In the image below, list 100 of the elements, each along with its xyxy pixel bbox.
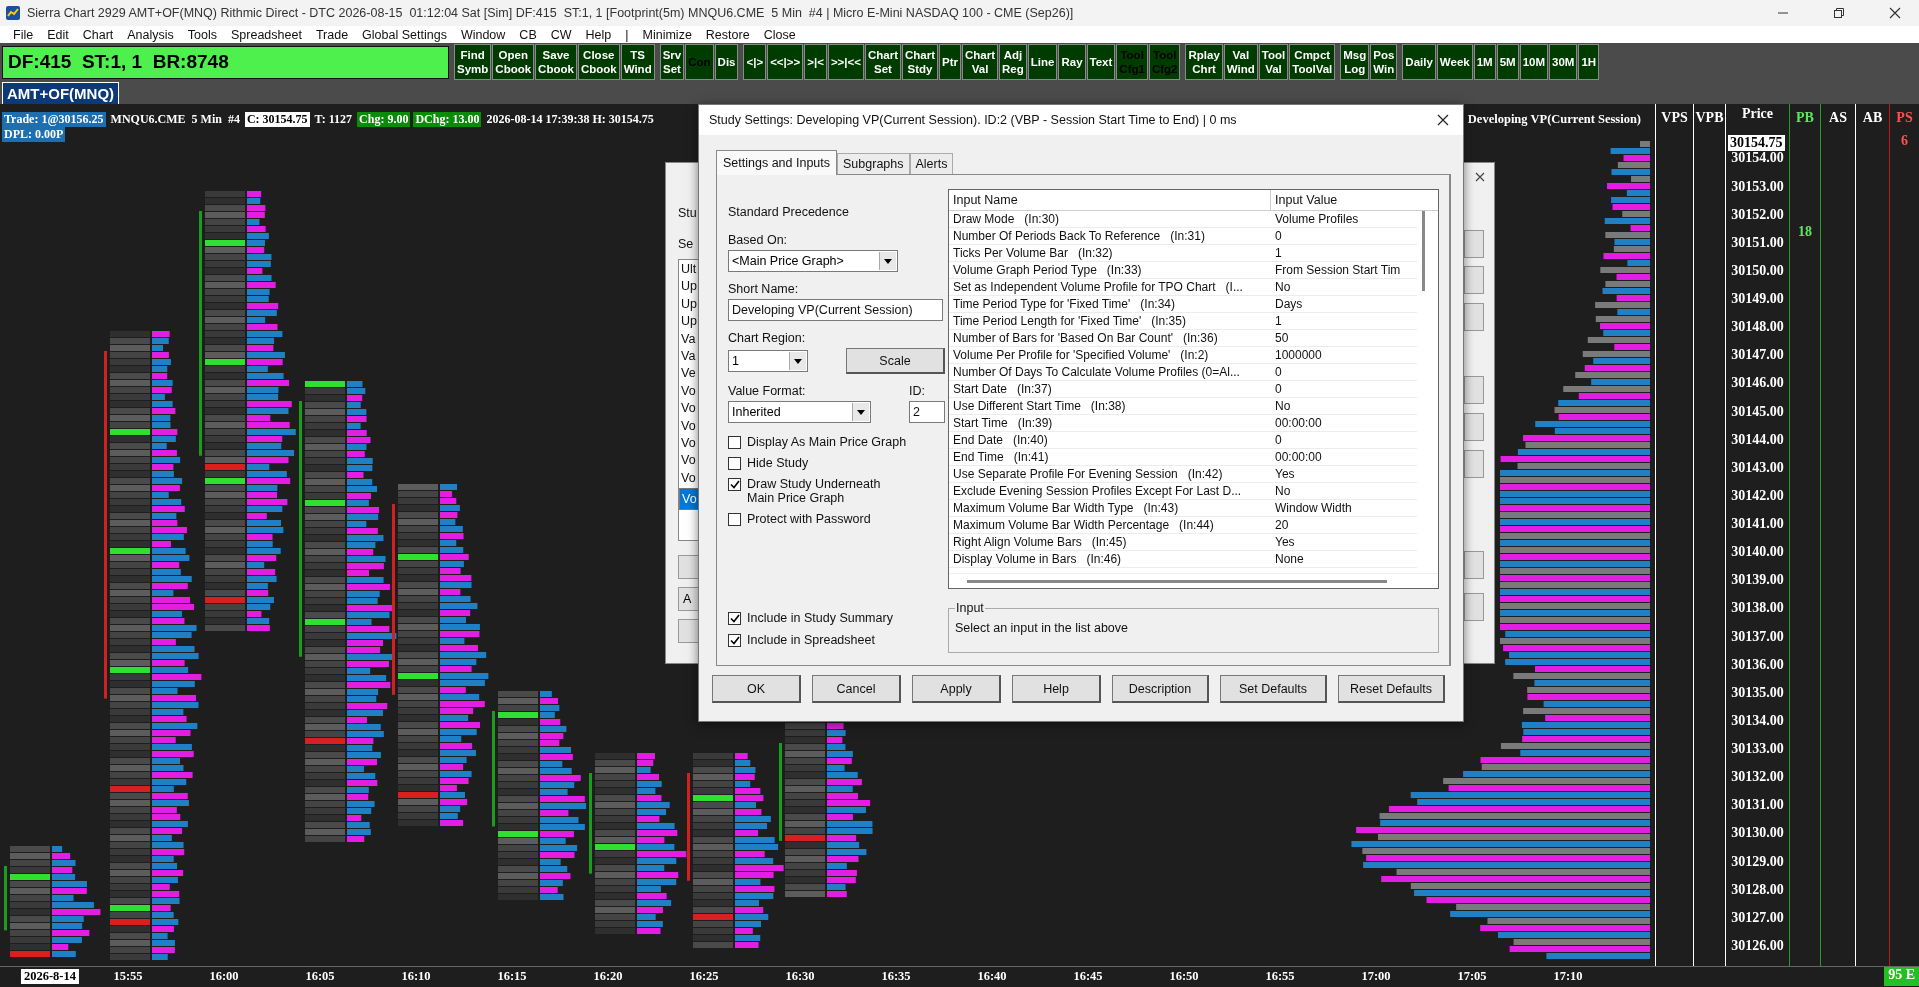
- input-value-cell[interactable]: 1000000: [1271, 347, 1322, 363]
- toolbar-button[interactable]: 1M: [1473, 44, 1496, 80]
- input-value-cell[interactable]: Window Width: [1271, 500, 1352, 516]
- menu-item[interactable]: Chart: [75, 27, 121, 42]
- tab[interactable]: Alerts: [909, 153, 954, 174]
- input-value-cell[interactable]: 0: [1271, 228, 1282, 244]
- input-value-cell[interactable]: No: [1271, 398, 1291, 414]
- input-value-cell[interactable]: Days: [1271, 296, 1303, 312]
- input-value-cell[interactable]: 50: [1271, 330, 1289, 346]
- id-field[interactable]: 2: [909, 401, 945, 423]
- input-value-cell[interactable]: 0: [1271, 432, 1282, 448]
- input-name-cell[interactable]: Volume Graph Period Type (In:33): [949, 262, 1271, 278]
- dialog-button[interactable]: [1464, 230, 1484, 258]
- toolbar-button[interactable]: 30M: [1549, 44, 1578, 80]
- input-name-cell[interactable]: Volume Per Profile for 'Specified Volume' (In:2): [949, 347, 1271, 363]
- input-name-cell[interactable]: Time Period Length for 'Fixed Time' (In:35): [949, 313, 1271, 329]
- input-name-cell[interactable]: Use Different Start Time (In:38): [949, 398, 1271, 414]
- input-name-cell[interactable]: Right Align Volume Bars (In:45): [949, 534, 1271, 550]
- menu-item[interactable]: Restore: [698, 27, 757, 42]
- checkbox[interactable]: [728, 612, 741, 625]
- list-item[interactable]: Vo: [679, 470, 699, 489]
- menu-item[interactable]: Spreadsheet: [224, 27, 309, 42]
- input-name-cell[interactable]: Ticks Per Volume Bar (In:32): [949, 245, 1271, 261]
- toolbar-button[interactable]: Open Cbook: [492, 44, 535, 80]
- input-value-cell[interactable]: 1: [1271, 245, 1282, 261]
- scrollbar-thumb[interactable]: [1422, 211, 1425, 291]
- input-name-cell[interactable]: Draw Mode (In:30): [949, 211, 1271, 227]
- list-item[interactable]: Ve: [679, 366, 699, 384]
- list-item[interactable]: Vo: [679, 401, 699, 419]
- dialog-button[interactable]: Reset Defaults: [1338, 675, 1445, 703]
- toolbar-button[interactable]: Cmpct ToolVal: [1289, 44, 1336, 80]
- toolbar-button[interactable]: 5M: [1496, 44, 1519, 80]
- list-item[interactable]: Va: [679, 348, 699, 367]
- input-value-cell[interactable]: No: [1271, 279, 1291, 295]
- input-value-cell[interactable]: From Session Start Tim: [1271, 262, 1401, 278]
- scrollbar-thumb[interactable]: [967, 580, 1387, 583]
- input-value-cell[interactable]: 00:00:00: [1271, 415, 1322, 431]
- toolbar-button[interactable]: Val Wind: [1223, 44, 1258, 80]
- toolbar-button[interactable]: Close Cbook: [577, 44, 620, 80]
- dialog-button[interactable]: [678, 619, 699, 643]
- input-value-cell[interactable]: 0: [1271, 364, 1282, 380]
- toolbar-button[interactable]: Msg Log: [1340, 44, 1370, 80]
- dialog-button[interactable]: [1464, 551, 1484, 579]
- list-item[interactable]: Up: [679, 296, 699, 315]
- scale-button[interactable]: Scale: [846, 348, 945, 374]
- menu-item[interactable]: Tools: [180, 27, 224, 42]
- input-name-cell[interactable]: Start Date (In:37): [949, 381, 1271, 397]
- checkbox[interactable]: [728, 436, 741, 449]
- close-icon[interactable]: [1437, 114, 1449, 126]
- list-item[interactable]: Up: [679, 314, 699, 332]
- toolbar-button[interactable]: Daily: [1402, 44, 1436, 80]
- dialog-button[interactable]: [1464, 413, 1484, 441]
- menu-item[interactable]: Minimize: [635, 27, 699, 42]
- input-value-cell[interactable]: Yes: [1271, 534, 1295, 550]
- toolbar-button[interactable]: Rplay Chrt: [1185, 44, 1223, 80]
- input-name-cell[interactable]: Number Of Periods Back To Reference (In:31): [949, 228, 1271, 244]
- list-item[interactable]: Va: [679, 331, 699, 349]
- toolbar-button[interactable]: 10M: [1519, 44, 1549, 80]
- input-name-cell[interactable]: Maximum Volume Bar Width Type (In:43): [949, 500, 1271, 516]
- toolbar-button[interactable]: 1H: [1578, 44, 1600, 80]
- dialog-button[interactable]: Cancel: [812, 675, 901, 703]
- dialog-button[interactable]: OK: [712, 675, 801, 703]
- menu-item[interactable]: Trade: [308, 27, 356, 42]
- menu-item[interactable]: |: [618, 27, 636, 42]
- input-name-cell[interactable]: End Date (In:40): [949, 432, 1271, 448]
- input-value-cell[interactable]: None: [1271, 551, 1304, 567]
- dialog-button[interactable]: Help: [1012, 675, 1101, 703]
- input-value-cell[interactable]: Yes: [1271, 466, 1295, 482]
- dialog-button[interactable]: Apply: [912, 675, 1001, 703]
- toolbar-button[interactable]: Dis: [714, 44, 739, 80]
- chart-tab[interactable]: AMT+OF(MNQ): [2, 82, 120, 104]
- toolbar-button[interactable]: Find Symb: [454, 44, 492, 80]
- toolbar-button[interactable]: Chart Stdy: [902, 44, 939, 80]
- maximize-icon[interactable]: [1833, 7, 1845, 19]
- dialog-button[interactable]: Description: [1112, 675, 1209, 703]
- checkbox[interactable]: [728, 457, 741, 470]
- toolbar-button[interactable]: Adj Reg: [999, 44, 1027, 80]
- toolbar-button[interactable]: Week: [1436, 44, 1473, 80]
- list-item[interactable]: Vo: [679, 383, 699, 402]
- menu-item[interactable]: CB: [512, 27, 544, 42]
- input-value-cell[interactable]: No: [1271, 483, 1291, 499]
- tab[interactable]: Subgraphs: [837, 153, 910, 174]
- input-name-cell[interactable]: Time Period Type for 'Fixed Time' (In:34): [949, 296, 1271, 312]
- based-on-dropdown[interactable]: <Main Price Graph>: [728, 250, 898, 272]
- dialog-button[interactable]: [1464, 593, 1484, 621]
- list-item[interactable]: Ult: [679, 262, 699, 280]
- input-value-cell[interactable]: Volume Profiles: [1271, 211, 1359, 227]
- list-item[interactable]: Vo: [679, 453, 699, 471]
- menu-item[interactable]: Analysis: [120, 27, 181, 42]
- short-name-field[interactable]: Developing VP(Current Session): [728, 299, 943, 321]
- dialog-button[interactable]: [678, 555, 699, 579]
- input-value-cell[interactable]: 1: [1271, 313, 1282, 329]
- menu-item[interactable]: Global Settings: [355, 27, 454, 42]
- toolbar-button[interactable]: Chart Set: [865, 44, 901, 80]
- menu-item[interactable]: File: [6, 27, 41, 42]
- input-name-cell[interactable]: Use Separate Profile For Evening Session (In:42): [949, 466, 1271, 482]
- toolbar-button[interactable]: >>|<<: [827, 44, 864, 80]
- menu-item[interactable]: CW: [543, 27, 579, 42]
- menu-item[interactable]: Help: [578, 27, 619, 42]
- toolbar-button[interactable]: Ray: [1058, 44, 1086, 80]
